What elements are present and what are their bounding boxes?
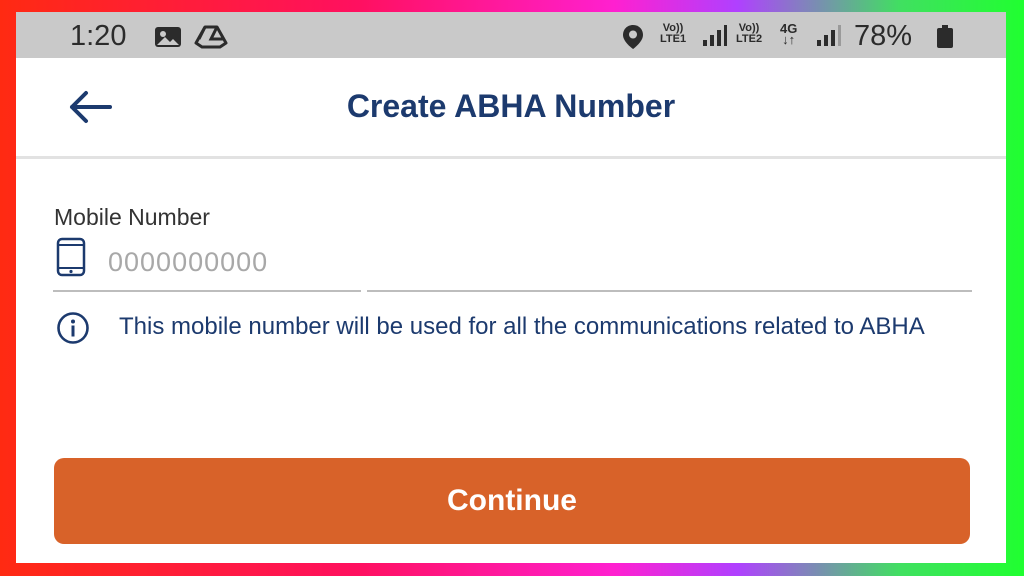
continue-button[interactable]: Continue	[54, 458, 970, 544]
page-title: Create ABHA Number	[346, 88, 676, 124]
mobile-number-label: Mobile Number	[54, 204, 210, 230]
sim2-volte-label: Vo)) LTE2	[736, 22, 763, 45]
drive-icon	[194, 25, 228, 54]
info-message: This mobile number will be used for all …	[119, 313, 925, 340]
input-underline-right	[367, 290, 972, 292]
app-header: Create ABHA Number	[16, 58, 1006, 159]
input-underline	[53, 290, 361, 292]
sim1-volte-label: Vo)) LTE1	[660, 22, 687, 45]
location-icon	[622, 24, 644, 55]
mobile-phone-icon	[56, 237, 86, 282]
status-bar: 1:20 Vo)) LTE1 Vo)) LTE2 4G ↓↑ 78%	[16, 12, 1006, 58]
info-icon	[56, 311, 90, 350]
signal-icon	[702, 25, 728, 52]
battery-percentage: 78%	[854, 20, 913, 52]
signal-icon-2	[816, 25, 842, 52]
data-type-label: 4G ↓↑	[780, 21, 798, 47]
status-time: 1:20	[70, 20, 127, 52]
app-screen: 1:20 Vo)) LTE1 Vo)) LTE2 4G ↓↑ 78% Creat…	[16, 12, 1006, 563]
battery-icon	[936, 25, 954, 54]
image-icon	[154, 26, 182, 53]
mobile-number-input[interactable]	[108, 244, 968, 280]
